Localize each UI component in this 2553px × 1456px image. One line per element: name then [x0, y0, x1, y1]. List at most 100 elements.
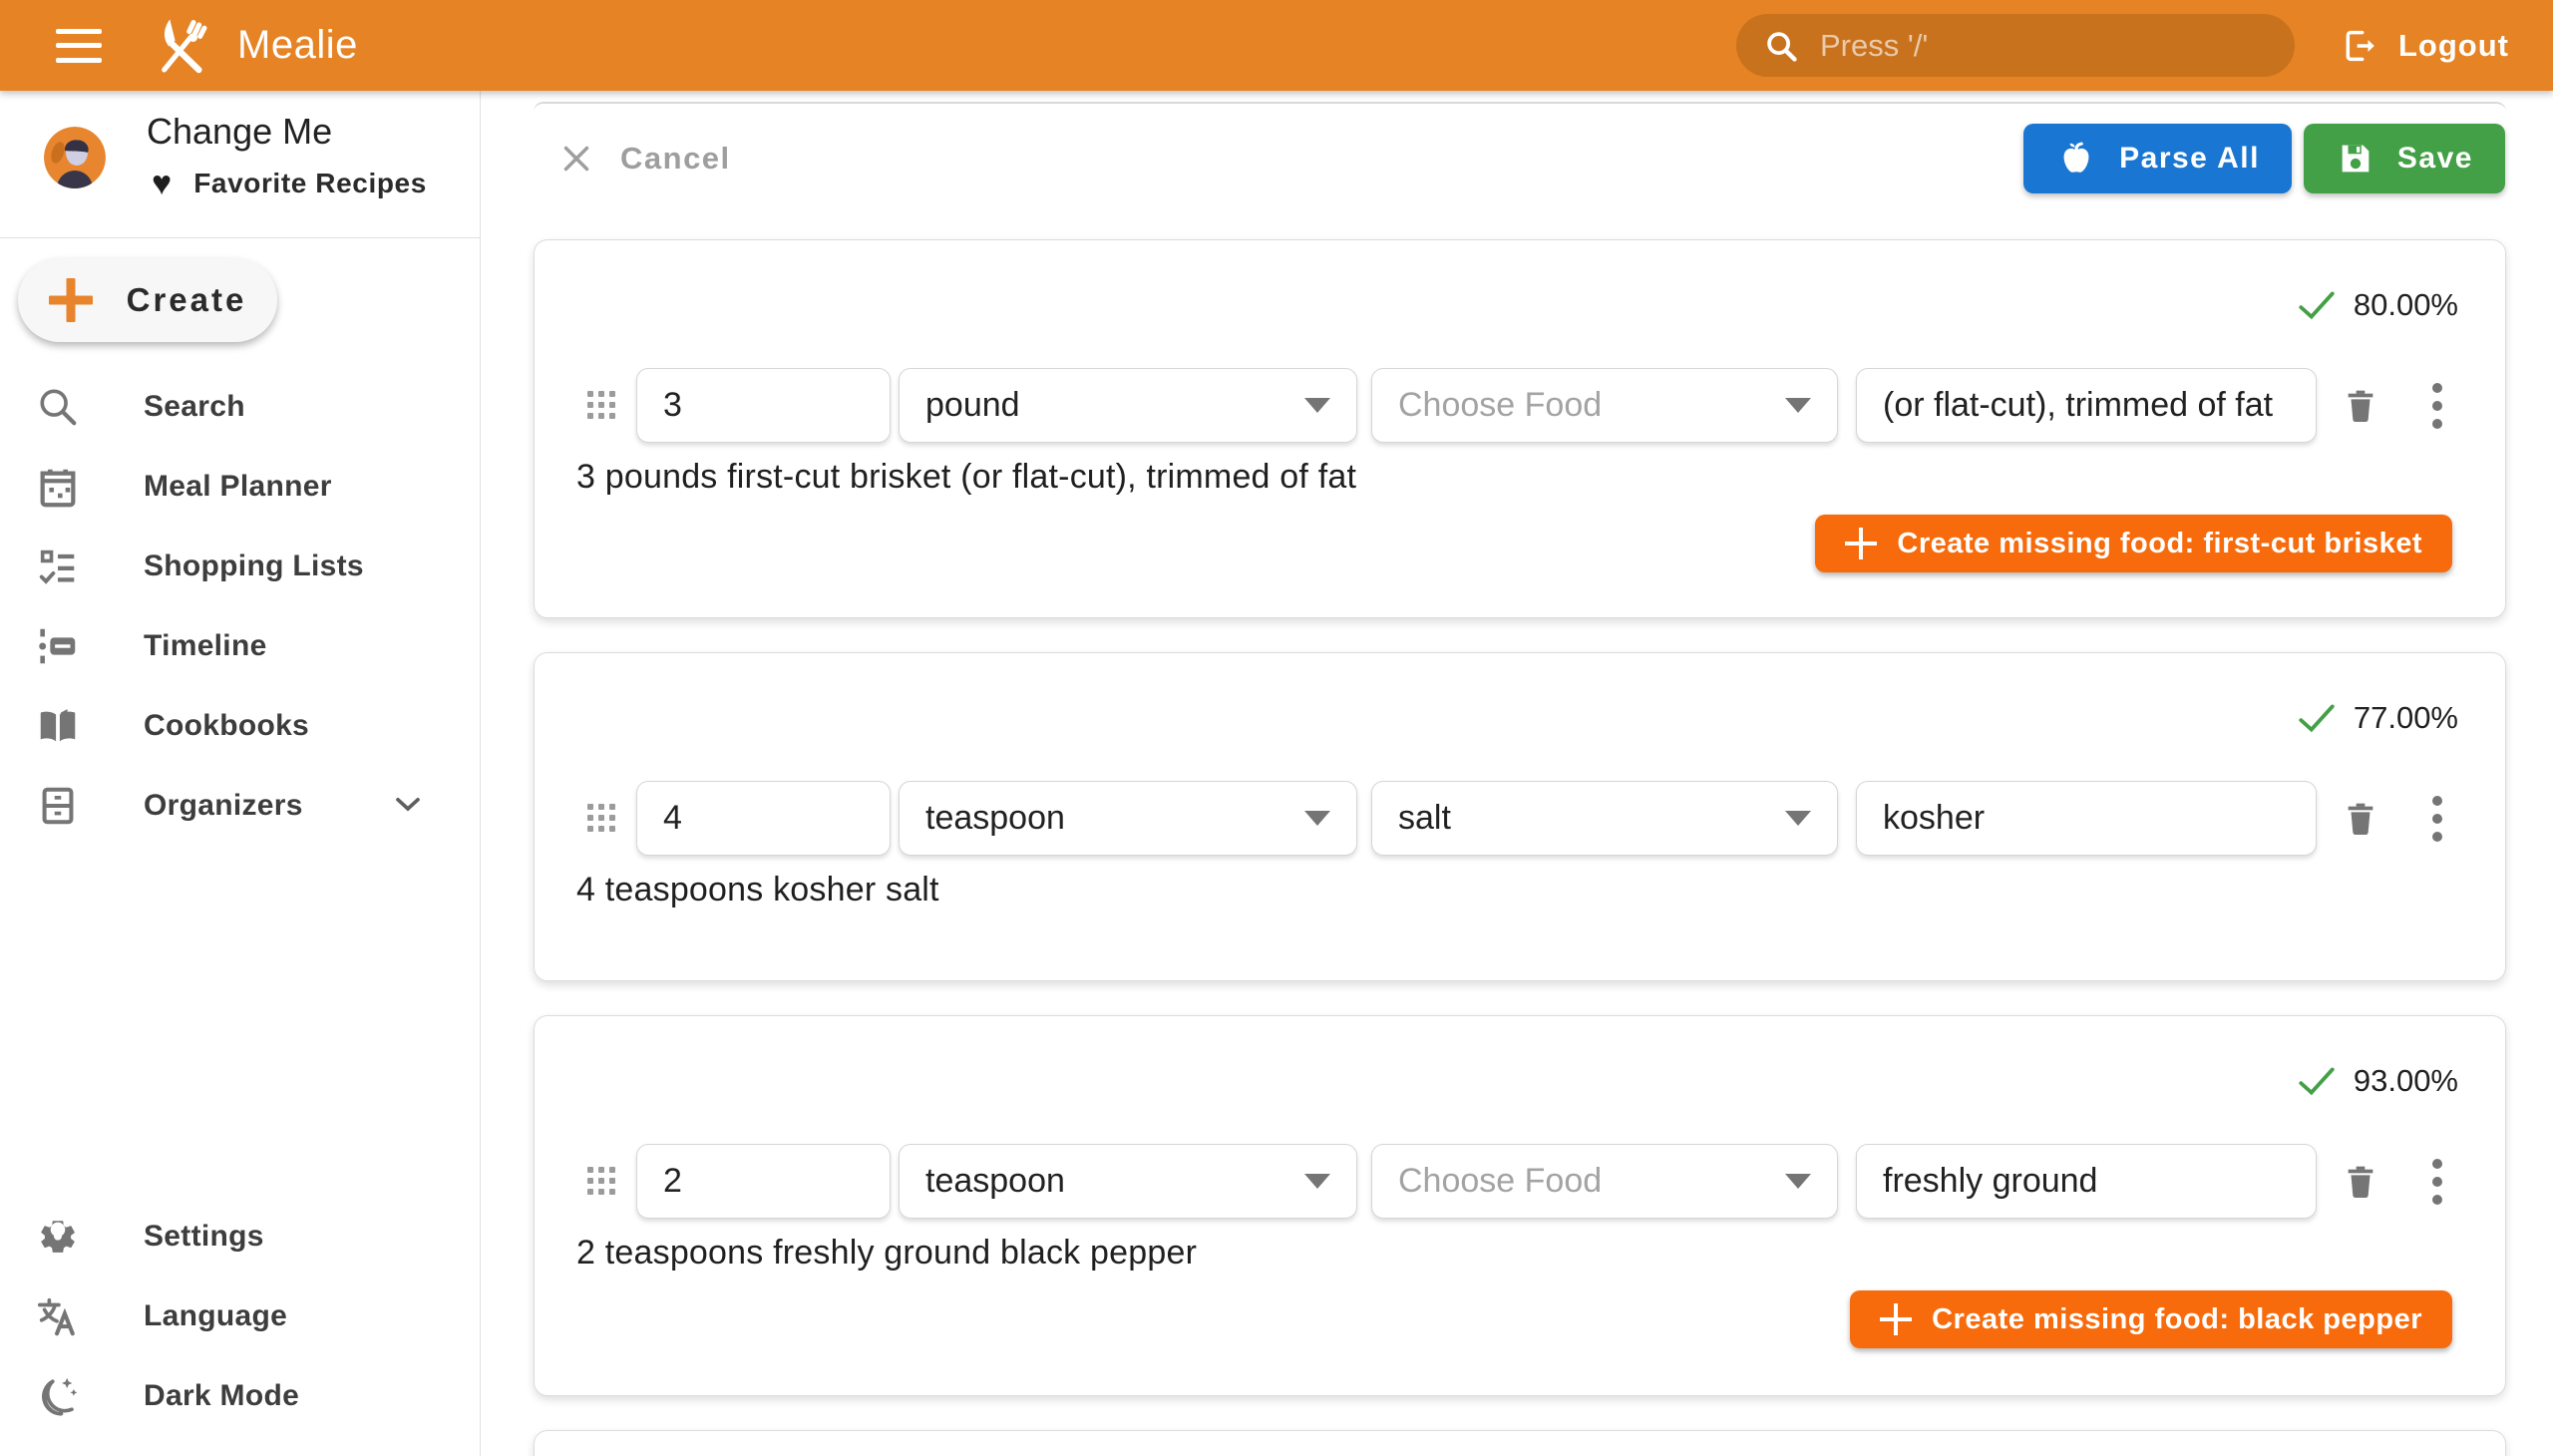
parse-all-button[interactable]: Parse All	[2023, 124, 2292, 193]
chevron-down-icon	[388, 784, 428, 829]
sidebar-item-label: Shopping Lists	[144, 549, 364, 583]
magnify-icon	[34, 383, 82, 431]
confidence-badge: 93.00%	[2296, 1060, 2458, 1102]
plus-icon	[1880, 1303, 1912, 1335]
plus-icon	[49, 278, 93, 322]
note-input[interactable]	[1856, 781, 2317, 856]
fork-knife-logo-icon	[150, 14, 213, 78]
quantity-input[interactable]	[636, 1144, 891, 1219]
note-input[interactable]	[1856, 1144, 2317, 1219]
drag-handle-icon[interactable]	[587, 804, 613, 834]
logout-icon	[2341, 26, 2380, 66]
checklist-icon	[34, 543, 82, 590]
sidebar-item-shopping-lists[interactable]: Shopping Lists	[0, 527, 480, 606]
delete-ingredient-button[interactable]	[2339, 793, 2382, 845]
logout-button[interactable]: Logout	[2341, 26, 2509, 66]
unit-select[interactable]: teaspoon	[899, 1144, 1357, 1219]
kebab-dots-icon	[2432, 796, 2442, 806]
sidebar-item-meal-planner[interactable]: Meal Planner	[0, 447, 480, 527]
ingredient-fields-row: teaspoon Choose Food	[535, 1144, 2505, 1219]
drag-handle-icon[interactable]	[587, 1167, 613, 1197]
sidebar-item-label: Language	[144, 1299, 287, 1333]
delete-ingredient-button[interactable]	[2339, 1156, 2382, 1208]
file-cabinet-icon	[34, 782, 82, 830]
dropdown-arrow-icon	[1304, 398, 1330, 413]
moon-stars-icon	[34, 1372, 82, 1420]
confidence-badge: 80.00%	[2296, 284, 2458, 326]
save-button[interactable]: Save	[2304, 124, 2505, 193]
favorite-recipes-link[interactable]: ♥ Favorite Recipes	[152, 167, 427, 200]
app-title: Mealie	[237, 23, 358, 68]
sidebar-item-cookbooks[interactable]: Cookbooks	[0, 686, 480, 766]
sidebar-item-language[interactable]: Language	[0, 1276, 480, 1356]
ingredient-menu-button[interactable]	[2420, 380, 2454, 432]
logout-label: Logout	[2398, 28, 2509, 64]
create-button[interactable]: Create	[18, 258, 277, 342]
create-missing-food-label: Create missing food: first-cut brisket	[1897, 528, 2422, 560]
sidebar-item-label: Search	[144, 390, 245, 424]
dropdown-arrow-icon	[1304, 811, 1330, 826]
unit-select[interactable]: pound	[899, 368, 1357, 443]
sidebar-item-organizers[interactable]: Organizers	[0, 766, 480, 846]
sidebar-item-search[interactable]: Search	[0, 367, 480, 447]
unit-value: teaspoon	[925, 799, 1065, 838]
food-value: Choose Food	[1398, 1162, 1602, 1201]
open-book-icon	[34, 702, 82, 750]
food-value: salt	[1398, 799, 1451, 838]
ingredient-card: 93.00% teaspoon Choose Food 2 teaspoons …	[534, 1015, 2506, 1396]
kebab-dots-icon	[2432, 383, 2442, 393]
confidence-value: 77.00%	[2354, 700, 2458, 736]
content-sheet-top-edge	[534, 102, 2506, 112]
create-missing-food-button[interactable]: Create missing food: black pepper	[1850, 1290, 2452, 1348]
food-select[interactable]: Choose Food	[1371, 1144, 1838, 1219]
sidebar: Change Me ♥ Favorite Recipes Create Sear…	[0, 91, 481, 1456]
global-search[interactable]	[1736, 14, 2295, 77]
dropdown-arrow-icon	[1304, 1174, 1330, 1189]
trash-icon	[2341, 1159, 2380, 1205]
hamburger-menu-icon[interactable]	[56, 29, 102, 63]
quantity-input[interactable]	[636, 781, 891, 856]
user-avatar[interactable]	[44, 127, 106, 188]
ingredient-menu-button[interactable]	[2420, 793, 2454, 845]
cancel-button[interactable]: Cancel	[558, 141, 731, 177]
ingredient-menu-button[interactable]	[2420, 1156, 2454, 1208]
calendar-icon	[34, 463, 82, 511]
unit-select[interactable]: teaspoon	[899, 781, 1357, 856]
quantity-input[interactable]	[636, 368, 891, 443]
confidence-value: 80.00%	[2354, 287, 2458, 323]
ingredient-fields-row: teaspoon salt	[535, 781, 2505, 856]
unit-value: teaspoon	[925, 1162, 1065, 1201]
sidebar-nav: Search Meal Planner Shopping Lists Timel…	[0, 367, 480, 846]
trash-icon	[2341, 796, 2380, 842]
dropdown-arrow-icon	[1785, 1174, 1811, 1189]
close-x-icon	[558, 141, 594, 177]
ingredient-card: 80.00% pound Choose Food 3 pounds first-…	[534, 239, 2506, 618]
sidebar-item-label: Settings	[144, 1220, 264, 1254]
sidebar-item-label: Dark Mode	[144, 1379, 299, 1413]
sidebar-item-timeline[interactable]: Timeline	[0, 606, 480, 686]
note-input[interactable]	[1856, 368, 2317, 443]
confidence-badge: 77.00%	[2296, 697, 2458, 739]
create-missing-food-button[interactable]: Create missing food: first-cut brisket	[1815, 515, 2452, 572]
sidebar-item-dark-mode[interactable]: Dark Mode	[0, 1356, 480, 1436]
trash-icon	[2341, 383, 2380, 429]
original-ingredient-text: 4 teaspoons kosher salt	[576, 871, 939, 910]
sidebar-item-settings[interactable]: Settings	[0, 1197, 480, 1276]
parser-toolbar: Cancel Parse All Save	[481, 124, 2553, 193]
drag-handle-icon[interactable]	[587, 391, 613, 421]
check-icon	[2296, 284, 2338, 326]
heart-icon: ♥	[152, 167, 172, 200]
food-select[interactable]: Choose Food	[1371, 368, 1838, 443]
search-icon	[1762, 27, 1800, 65]
create-missing-food-label: Create missing food: black pepper	[1932, 1303, 2422, 1336]
delete-ingredient-button[interactable]	[2339, 380, 2382, 432]
search-input[interactable]	[1820, 28, 2269, 64]
translate-icon	[34, 1292, 82, 1340]
sidebar-divider	[0, 237, 480, 238]
timeline-icon	[34, 622, 82, 670]
plus-icon	[1845, 528, 1877, 559]
cancel-label: Cancel	[620, 141, 731, 177]
ingredient-fields-row: pound Choose Food	[535, 368, 2505, 443]
kebab-dots-icon	[2432, 1159, 2442, 1169]
food-select[interactable]: salt	[1371, 781, 1838, 856]
